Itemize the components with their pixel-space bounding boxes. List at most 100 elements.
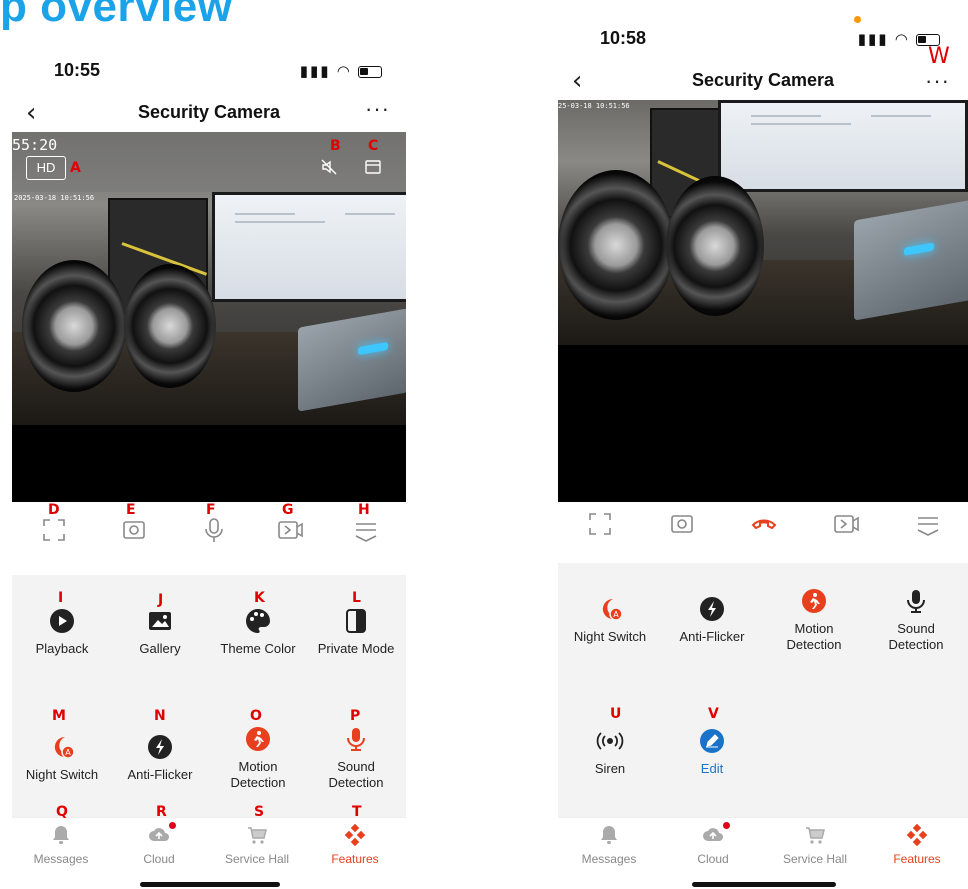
bottom-tab-bar: Messages Cloud Service Hall Features — [12, 817, 406, 889]
microphone-icon[interactable] — [194, 516, 234, 556]
cart-icon — [804, 824, 826, 846]
screenshot-icon[interactable] — [114, 516, 154, 556]
gallery-icon — [149, 612, 171, 630]
annotation-label: P — [350, 708, 361, 724]
edit-icon — [700, 729, 724, 753]
keyboard-image — [854, 199, 968, 321]
annotation-label: C — [368, 138, 379, 154]
notification-dot — [723, 822, 730, 829]
motion-detection-icon — [246, 727, 270, 751]
more-options-button[interactable]: ··· — [365, 96, 390, 122]
live-video-view[interactable]: 25-03-18 10:51:56 — [558, 100, 968, 502]
monitor-image — [718, 100, 968, 192]
speaker-left-image — [558, 170, 674, 320]
annotation-label: W — [928, 44, 950, 69]
tab-service-hall[interactable]: Service Hall — [210, 824, 304, 866]
feature-edit[interactable]: Edit — [664, 727, 760, 777]
hang-up-icon[interactable] — [744, 510, 784, 550]
collapse-icon[interactable] — [346, 516, 386, 556]
tab-messages[interactable]: Messages — [14, 824, 108, 866]
tab-label: Features — [331, 852, 379, 866]
tab-cloud[interactable]: Cloud — [112, 822, 206, 866]
screenshot-icon[interactable] — [662, 510, 702, 550]
feature-label: Night Switch — [573, 629, 647, 644]
annotation-label: I — [58, 590, 64, 606]
bell-icon — [598, 824, 620, 846]
screen-icon[interactable] — [364, 158, 382, 181]
annotation-label: K — [254, 590, 265, 606]
record-icon[interactable] — [270, 516, 310, 556]
page-title: Security Camera — [137, 102, 281, 122]
annotation-label: O — [250, 708, 262, 724]
features-icon — [344, 823, 366, 847]
video-timestamp: 25-03-18 10:51:56 — [558, 102, 630, 110]
feature-private-mode[interactable]: Private Mode — [308, 607, 404, 657]
night-switch-icon: A — [54, 736, 75, 759]
bottom-tab-bar: Messages Cloud Service Hall Features — [558, 817, 968, 889]
private-mode-icon — [346, 609, 366, 633]
control-row — [558, 502, 968, 558]
wifi-icon: ◠ — [336, 63, 352, 80]
annotation-label: F — [206, 502, 216, 518]
feature-label: Gallery — [139, 641, 181, 656]
feature-siren[interactable]: Siren — [562, 727, 658, 777]
tab-messages[interactable]: Messages — [562, 824, 656, 866]
home-indicator[interactable] — [140, 882, 280, 887]
wifi-icon: ◠ — [894, 31, 910, 48]
annotation-label: V — [708, 706, 719, 722]
speaker-right-image — [124, 264, 216, 388]
more-options-button[interactable]: ··· — [925, 68, 950, 94]
fullscreen-icon[interactable] — [34, 516, 74, 556]
annotation-label: H — [358, 502, 370, 518]
anti-flicker-icon — [148, 735, 172, 759]
record-icon[interactable] — [826, 510, 866, 550]
nav-bar: ‹ Security Camera ··· — [558, 64, 968, 100]
camera-feed: 25-03-18 10:51:56 — [558, 100, 968, 345]
feature-anti-flicker[interactable]: Anti-Flicker — [112, 733, 208, 783]
feature-night-switch[interactable]: A Night Switch — [14, 733, 110, 783]
feature-label: Siren — [594, 761, 626, 776]
mute-icon[interactable] — [320, 158, 338, 181]
tab-features[interactable]: Features — [308, 823, 402, 866]
monitor-image — [212, 192, 406, 302]
annotation-label: U — [610, 706, 622, 722]
notification-dot — [169, 822, 176, 829]
feature-gallery[interactable]: Gallery — [112, 607, 208, 657]
feature-night-switch[interactable]: A Night Switch — [562, 595, 658, 645]
annotation-label: L — [352, 590, 361, 606]
collapse-icon[interactable] — [908, 510, 948, 550]
feature-playback[interactable]: Playback — [14, 607, 110, 657]
battery-icon — [358, 66, 382, 79]
sound-detection-icon — [907, 590, 925, 613]
annotation-label: M — [52, 708, 66, 724]
tab-label: Messages — [33, 852, 89, 866]
tab-features[interactable]: Features — [870, 823, 964, 866]
live-video-view[interactable]: 55:20 2025-03-18 10:51:56 HD — [12, 132, 406, 502]
feature-anti-flicker[interactable]: Anti-Flicker — [664, 595, 760, 645]
palette-icon — [246, 609, 270, 633]
home-indicator[interactable] — [692, 882, 836, 887]
tab-cloud[interactable]: Cloud — [666, 822, 760, 866]
left-phone-screen: 10:55 ▮▮▮ ◠ ‹ Security Camera ··· 55:20 … — [12, 0, 406, 889]
annotation-label: Q — [56, 804, 68, 820]
feature-motion-detection[interactable]: Motion Detection — [766, 587, 862, 653]
feature-label: Sound Detection — [328, 759, 384, 790]
feature-label: Anti-Flicker — [679, 629, 745, 644]
feature-panel: A Night Switch Anti-Flicker Motion Detect… — [558, 563, 968, 817]
hd-quality-button[interactable]: HD — [26, 156, 66, 180]
svg-text:A: A — [613, 610, 619, 619]
tab-service-hall[interactable]: Service Hall — [768, 824, 862, 866]
svg-text:A: A — [65, 748, 71, 757]
features-icon — [906, 823, 928, 847]
feature-sound-detection[interactable]: Sound Detection — [868, 587, 964, 653]
feature-sound-detection[interactable]: Sound Detection — [308, 725, 404, 791]
fullscreen-icon[interactable] — [580, 510, 620, 550]
feature-motion-detection[interactable]: Motion Detection — [210, 725, 306, 791]
feature-label: Motion Detection — [786, 621, 842, 652]
feature-theme-color[interactable]: Theme Color — [210, 607, 306, 657]
tab-label: Messages — [581, 852, 637, 866]
feature-label: Playback — [35, 641, 89, 656]
bell-icon — [50, 824, 72, 846]
feature-label: Anti-Flicker — [127, 767, 193, 782]
status-bar: 10:55 ▮▮▮ ◠ — [12, 60, 406, 90]
